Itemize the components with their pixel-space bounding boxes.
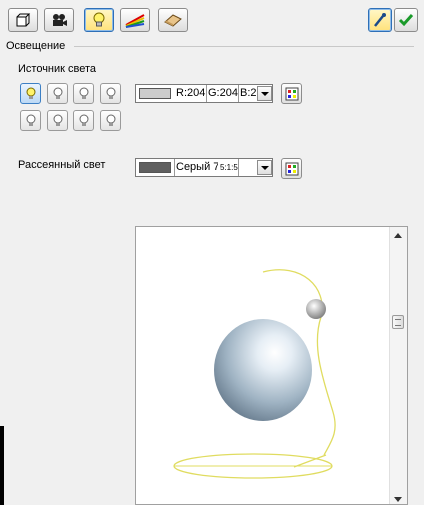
preview-sphere [214, 319, 312, 421]
light-bulb-icon [106, 114, 115, 126]
ambient-color-select[interactable]: Серый 7 5:1:5 [135, 158, 273, 177]
light-source-label: Источник света [18, 63, 97, 75]
light-bulb-icon [79, 87, 88, 99]
light-source-6-toggle[interactable] [47, 110, 68, 131]
preview-scene [173, 269, 336, 479]
tab-texture[interactable] [158, 8, 188, 32]
ambient-color-extra: 5:1:5 [220, 163, 238, 172]
gradient-icon [125, 14, 145, 28]
lighting-preview[interactable] [135, 226, 408, 505]
checkmark-icon [398, 14, 414, 27]
value-divider [206, 85, 207, 102]
palette-icon [285, 162, 298, 175]
tab-material[interactable] [120, 8, 150, 32]
light-color-select[interactable]: R:204 G:204 B:20 [135, 84, 273, 103]
red-value: R:204 [176, 87, 206, 99]
dropdown-arrow-icon[interactable] [257, 86, 272, 101]
ambient-palette-button[interactable] [281, 158, 302, 179]
value-divider [238, 159, 239, 176]
light-bulb-icon [53, 114, 62, 126]
preview-scrollbar[interactable] [389, 227, 407, 504]
light-source-2-toggle[interactable] [47, 83, 68, 104]
palette-icon [285, 87, 298, 100]
dropdown-arrow-icon[interactable] [257, 160, 272, 175]
assign-button[interactable] [394, 8, 418, 32]
light-source-8-toggle[interactable] [100, 110, 121, 131]
toolbar [0, 0, 424, 40]
light-bulb-icon [26, 114, 35, 126]
light-source-5-toggle[interactable] [20, 110, 41, 131]
tab-3d-object[interactable] [8, 8, 38, 32]
scroll-thumb[interactable] [392, 315, 404, 329]
light-color-swatch [139, 88, 171, 99]
light-palette-button[interactable] [281, 83, 302, 104]
section-divider [74, 46, 414, 47]
ambient-color-name: Серый 7 [176, 161, 218, 173]
scroll-up-icon[interactable] [394, 233, 402, 238]
scroll-down-icon[interactable] [394, 497, 402, 502]
light-bulb-icon [79, 114, 88, 126]
tab-camera[interactable] [44, 8, 74, 32]
value-divider [174, 159, 175, 176]
light-bulb-icon [93, 12, 105, 27]
eyedropper-button[interactable] [368, 8, 392, 32]
light-bulb-icon [106, 87, 115, 99]
light-bulb-icon [53, 87, 62, 99]
blue-value: B:20 [240, 87, 256, 99]
section-title: Освещение [6, 40, 66, 52]
ambient-color-swatch [139, 162, 171, 173]
light-source-7-toggle[interactable] [73, 110, 94, 131]
eraser-icon [164, 14, 182, 27]
camera-icon [53, 14, 67, 26]
tab-lighting[interactable] [84, 8, 114, 32]
light-source-handle[interactable] [306, 299, 326, 319]
light-source-3-toggle[interactable] [73, 83, 94, 104]
ambient-light-label: Рассеянный свет [18, 159, 106, 171]
window-edge [0, 426, 4, 505]
value-divider [238, 85, 239, 102]
box-3d-icon [16, 13, 31, 27]
light-source-4-toggle[interactable] [100, 83, 121, 104]
light-bulb-icon [26, 87, 35, 99]
green-value: G:204 [208, 87, 238, 99]
light-source-1-toggle[interactable] [20, 83, 41, 104]
eyedropper-icon [374, 13, 386, 27]
